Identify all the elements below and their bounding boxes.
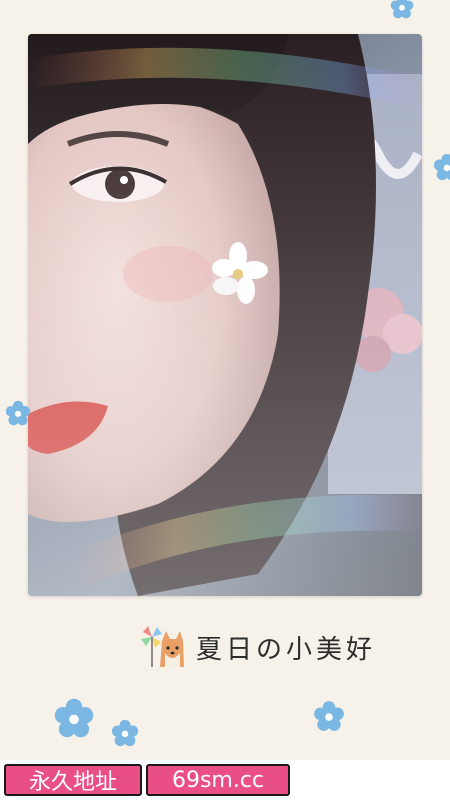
blue-flower-icon xyxy=(390,0,414,19)
blue-flower-icon xyxy=(433,153,450,181)
blue-flower-icon xyxy=(54,698,94,738)
blue-flower-icon xyxy=(314,701,344,731)
permanent-address-button[interactable]: 永久地址 xyxy=(4,764,142,796)
cartoon-dog-pinwheel-icon xyxy=(141,626,184,667)
bottom-link-bar: 永久地址 69sm.cc xyxy=(0,760,450,800)
site-link-button[interactable]: 69sm.cc xyxy=(146,764,290,796)
caption-text: 夏日の小美好 xyxy=(196,634,377,665)
blue-flower-icon xyxy=(111,719,139,747)
caption: 夏日の小美好 xyxy=(140,622,376,672)
selfie-photo xyxy=(28,34,422,596)
blue-flower-icon xyxy=(5,400,31,426)
photo-frame xyxy=(28,34,422,596)
